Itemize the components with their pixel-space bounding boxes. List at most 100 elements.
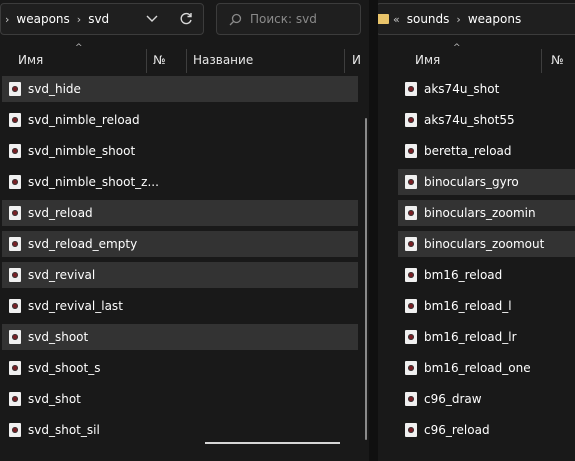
refresh-icon[interactable] (175, 8, 197, 30)
audio-file-icon (405, 237, 417, 251)
sort-ascending-icon: ^ (453, 43, 461, 53)
chevron-right-icon[interactable]: › (73, 13, 85, 26)
file-name: svd_shoot_s (28, 361, 101, 375)
file-row[interactable]: c96_draw (398, 386, 575, 412)
audio-file-icon (9, 423, 21, 437)
file-row[interactable]: svd_reload_empty (2, 231, 358, 257)
file-name: svd_revival (28, 268, 96, 282)
file-name: svd_shot (28, 392, 81, 406)
audio-file-icon (9, 113, 21, 127)
file-row[interactable]: bm16_reload_l (398, 293, 575, 319)
column-header-row: ^ Имя № (378, 43, 575, 75)
file-name: bm16_reload_one (424, 361, 531, 375)
vertical-scrollbar[interactable] (365, 118, 367, 440)
file-name: c96_draw (424, 392, 482, 406)
column-header-name[interactable]: Имя (18, 53, 43, 67)
file-row[interactable]: binoculars_zoomout (398, 231, 575, 257)
column-header-partial[interactable]: И (352, 53, 361, 67)
file-row[interactable]: binoculars_gyro (398, 169, 575, 195)
file-name: bm16_reload (424, 268, 503, 282)
audio-file-icon (9, 299, 21, 313)
file-row[interactable]: aks74u_shot55 (398, 107, 575, 133)
file-name: svd_nimble_reload (28, 113, 140, 127)
file-row[interactable]: svd_shot (2, 386, 358, 412)
audio-file-icon (405, 330, 417, 344)
audio-file-icon (405, 268, 417, 282)
left-explorer-pane: › weapons › svd Поиск: svd ^ Имя № Назва… (0, 0, 369, 461)
column-header-number[interactable]: № (551, 53, 563, 67)
file-name: svd_nimble_shoot (28, 144, 136, 158)
file-name: bm16_reload_lr (424, 330, 517, 344)
file-row[interactable]: svd_revival_last (2, 293, 358, 319)
file-row[interactable]: aks74u_shot (398, 76, 575, 102)
audio-file-icon (405, 392, 417, 406)
audio-file-icon (405, 361, 417, 375)
column-divider[interactable] (146, 49, 147, 73)
breadcrumb-item[interactable]: sounds (404, 12, 453, 26)
audio-file-icon (405, 299, 417, 313)
search-input[interactable]: Поиск: svd (216, 3, 361, 35)
file-name: svd_shot_sil (28, 423, 100, 437)
folder-icon (378, 14, 389, 24)
file-row[interactable]: svd_shoot (2, 324, 358, 350)
address-bar[interactable]: « sounds › weapons (378, 3, 575, 35)
file-name: aks74u_shot55 (424, 113, 515, 127)
file-name: svd_revival_last (28, 299, 123, 313)
file-row[interactable]: bm16_reload_one (398, 355, 575, 381)
audio-file-icon (9, 144, 21, 158)
breadcrumb-item[interactable]: weapons (13, 12, 72, 26)
column-header-row: ^ Имя № Название И (0, 43, 369, 75)
audio-file-icon (405, 82, 417, 96)
file-row[interactable]: c96_reload (398, 417, 575, 443)
audio-file-icon (405, 423, 417, 437)
breadcrumb-item[interactable]: weapons (465, 12, 524, 26)
file-name: bm16_reload_l (424, 299, 512, 313)
search-placeholder: Поиск: svd (250, 12, 317, 26)
audio-file-icon (9, 330, 21, 344)
sort-ascending-icon: ^ (75, 43, 83, 53)
file-row[interactable]: svd_revival (2, 262, 358, 288)
audio-file-icon (405, 206, 417, 220)
file-row[interactable]: svd_hide (2, 76, 358, 102)
file-row[interactable]: bm16_reload_lr (398, 324, 575, 350)
file-row[interactable]: svd_nimble_reload (2, 107, 358, 133)
audio-file-icon (9, 206, 21, 220)
pane-splitter[interactable] (369, 0, 378, 461)
file-row[interactable]: svd_reload (2, 200, 358, 226)
right-explorer-pane: « sounds › weapons ^ Имя № aks74u_shotak… (378, 0, 575, 461)
column-header-title[interactable]: Название (193, 53, 253, 67)
file-row[interactable]: svd_shoot_s (2, 355, 358, 381)
file-name: svd_nimble_shoot_z... (28, 175, 159, 189)
column-divider[interactable] (186, 49, 187, 73)
address-bar[interactable]: › weapons › svd (0, 3, 204, 35)
file-name: svd_reload (28, 206, 93, 220)
column-divider[interactable] (344, 49, 345, 73)
column-header-name[interactable]: Имя (415, 53, 440, 67)
chevron-down-icon[interactable] (141, 8, 163, 30)
chevron-right-icon[interactable]: › (452, 13, 464, 26)
file-row[interactable]: svd_nimble_shoot_z... (2, 169, 358, 195)
column-header-number[interactable]: № (153, 53, 165, 67)
file-row[interactable]: beretta_reload (398, 138, 575, 164)
search-icon (229, 13, 242, 26)
file-name: binoculars_gyro (424, 175, 519, 189)
file-row[interactable]: bm16_reload (398, 262, 575, 288)
file-row[interactable]: svd_shot_sil (2, 417, 358, 443)
column-divider[interactable] (541, 49, 542, 73)
audio-file-icon (9, 82, 21, 96)
chevron-right-icon[interactable]: › (1, 13, 13, 26)
file-name: c96_reload (424, 423, 490, 437)
audio-file-icon (405, 175, 417, 189)
audio-file-icon (405, 144, 417, 158)
file-name: binoculars_zoomout (424, 237, 545, 251)
file-name: binoculars_zoomin (424, 206, 536, 220)
file-row[interactable]: binoculars_zoomin (398, 200, 575, 226)
breadcrumb-item[interactable]: svd (85, 12, 112, 26)
audio-file-icon (9, 268, 21, 282)
audio-file-icon (9, 175, 21, 189)
audio-file-icon (9, 237, 21, 251)
audio-file-icon (405, 113, 417, 127)
double-chevron-left-icon[interactable]: « (389, 13, 404, 26)
horizontal-scrollbar[interactable] (205, 442, 340, 444)
file-row[interactable]: svd_nimble_shoot (2, 138, 358, 164)
